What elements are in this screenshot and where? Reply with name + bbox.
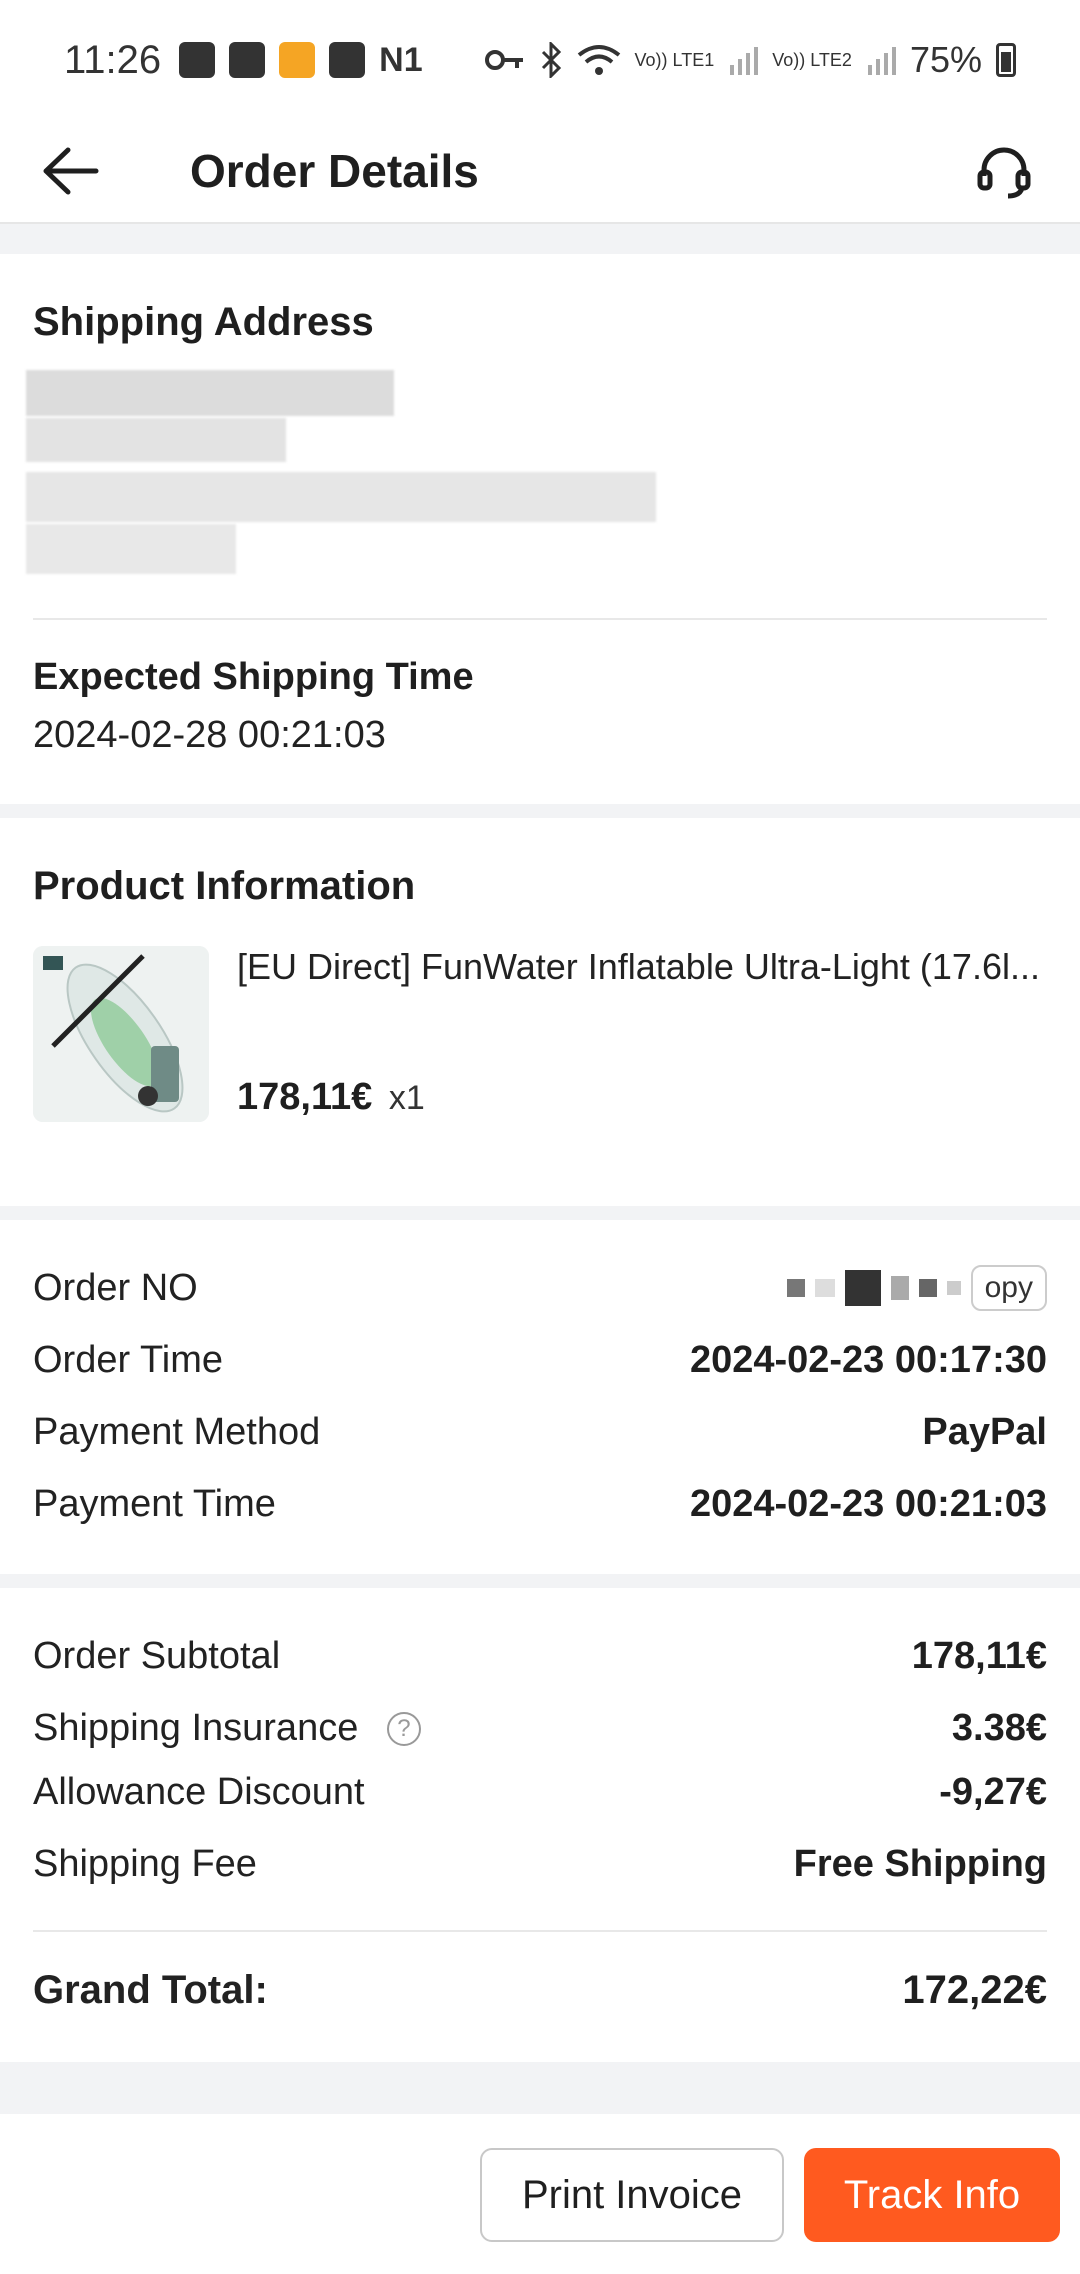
order-totals-card: Order Subtotal 178,11€ Shipping Insuranc… (0, 1588, 1080, 2062)
shopping-app-icon (229, 42, 266, 78)
shipping-address-card: Shipping Address Expected Shipping Time … (0, 254, 1080, 804)
totals-divider (33, 1930, 1047, 1932)
app-header: Order Details (0, 120, 1080, 224)
payment-method-row: Payment Method PayPal (33, 1402, 1047, 1462)
shipping-fee-label: Shipping Fee (33, 1842, 257, 1885)
sim1-label: Vo)) LTE1 (634, 50, 715, 70)
shipping-insurance-value: 3.38€ (951, 1706, 1047, 1749)
order-time-label: Order Time (33, 1338, 224, 1381)
product-information-title: Product Information (33, 864, 416, 908)
order-time-value: 2024-02-23 00:17:30 (689, 1338, 1047, 1381)
payment-method-value: PayPal (922, 1410, 1047, 1453)
product-thumbnail[interactable] (33, 946, 209, 1122)
allowance-discount-label: Allowance Discount (33, 1770, 365, 1813)
help-icon[interactable]: ? (386, 1712, 421, 1747)
shipping-fee-row: Shipping Fee Free Shipping (33, 1834, 1047, 1894)
paddle-board-image (33, 946, 209, 1122)
battery-percent: 75% (909, 39, 982, 80)
shipping-insurance-label-group: Shipping Insurance ? (33, 1707, 421, 1750)
payment-time-value: 2024-02-23 00:21:03 (689, 1482, 1047, 1525)
allowance-discount-value: -9,27€ (939, 1770, 1047, 1813)
product-price: 178,11€ (237, 1076, 373, 1118)
redacted-order-number (786, 1270, 961, 1306)
system-icons: Vo)) LTE1 Vo)) LTE2 75% (484, 39, 1016, 81)
expected-shipping-value: 2024-02-28 00:21:03 (33, 714, 386, 756)
subtotal-label: Order Subtotal (33, 1634, 281, 1677)
order-time-row: Order Time 2024-02-23 00:17:30 (33, 1330, 1047, 1390)
key-icon (484, 50, 523, 70)
bottom-action-bar: Print Invoice Track Info (0, 2114, 1080, 2274)
sim2-label: Vo)) LTE2 (772, 50, 852, 70)
shipping-fee-value: Free Shipping (793, 1842, 1047, 1885)
back-arrow-icon (43, 147, 99, 195)
order-no-label: Order NO (33, 1266, 198, 1309)
status-time: 11:26 (64, 37, 162, 82)
allowance-discount-row: Allowance Discount -9,27€ (33, 1762, 1047, 1822)
shipping-insurance-row: Shipping Insurance ? 3.38€ (33, 1698, 1047, 1758)
carrier-label: N1 (379, 40, 423, 79)
shipping-insurance-label: Shipping Insurance (33, 1706, 359, 1749)
order-no-value-group: opy (786, 1265, 1047, 1311)
product-quantity: x1 (388, 1079, 425, 1117)
grand-total-label: Grand Total: (33, 1967, 268, 2012)
page-title: Order Details (190, 145, 479, 197)
shipping-address-title: Shipping Address (33, 300, 374, 344)
status-bar: 11:26 N1 Vo)) LTE1 Vo)) LTE2 75% (0, 0, 1080, 120)
expected-shipping-label: Expected Shipping Time (33, 656, 474, 698)
payment-time-label: Payment Time (33, 1482, 276, 1525)
wifi-icon (577, 45, 620, 75)
signal-icon-sim1 (730, 47, 759, 75)
battery-icon (996, 43, 1016, 77)
payment-method-label: Payment Method (33, 1410, 321, 1453)
headset-icon (977, 147, 1031, 199)
order-no-row: Order NO opy (33, 1258, 1047, 1318)
grand-total-value: 172,22€ (902, 1967, 1047, 2012)
copy-order-no-button[interactable]: opy (970, 1265, 1047, 1311)
bluetooth-icon (541, 42, 561, 78)
back-button[interactable] (0, 119, 140, 223)
product-information-card: Product Information [EU Direct] FunWater… (0, 818, 1080, 1206)
grand-total-row: Grand Total: 172,22€ (33, 1960, 1047, 2020)
payment-time-row: Payment Time 2024-02-23 00:21:03 (33, 1474, 1047, 1534)
shield-icon (179, 42, 216, 78)
print-invoice-button[interactable]: Print Invoice (480, 2148, 784, 2242)
track-info-button[interactable]: Track Info (804, 2148, 1060, 2242)
address-divider (33, 618, 1047, 620)
gmail-icon (329, 42, 366, 78)
product-price-row: 178,11€ x1 (237, 1076, 425, 1119)
subtotal-row: Order Subtotal 178,11€ (33, 1626, 1047, 1686)
customer-service-button[interactable] (966, 134, 1042, 210)
app-notification-icon (279, 42, 316, 78)
order-info-card: Order NO opy Order Time 2024-02-23 00:17… (0, 1220, 1080, 1574)
notification-icons: N1 (179, 40, 423, 80)
product-name[interactable]: [EU Direct] FunWater Inflatable Ultra-Li… (237, 946, 1047, 988)
subtotal-value: 178,11€ (911, 1634, 1047, 1677)
signal-icon-sim2 (867, 47, 896, 75)
